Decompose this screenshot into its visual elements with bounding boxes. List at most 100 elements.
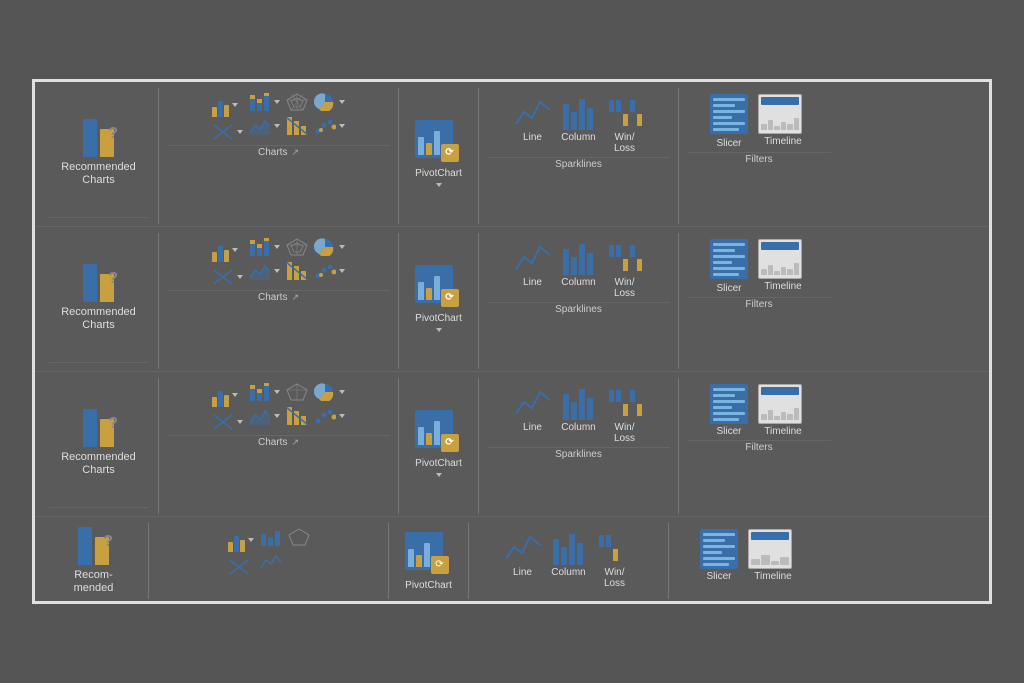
sparkline-line-btn-4[interactable]: Line: [504, 529, 542, 578]
charts-col-3-3: [283, 382, 311, 426]
chart-dot-btn-2[interactable]: [311, 261, 348, 281]
chart-pie2-btn-3[interactable]: [311, 382, 348, 402]
scatter-icon: [212, 123, 234, 141]
slicer-btn-4[interactable]: Slicer: [700, 529, 738, 582]
pivotchart-label-4[interactable]: PivotChart: [405, 580, 452, 591]
ribbon-row-3: ? Recommended Charts: [35, 372, 989, 517]
pivotchart-section-2: ⟳ PivotChart: [399, 233, 479, 369]
timeline-top-bar-4: [751, 532, 789, 540]
sparkline-winloss-btn-2[interactable]: Win/Loss: [606, 239, 644, 299]
chart-bar-col-btn-4[interactable]: [225, 527, 257, 553]
charts-grid-3: [203, 378, 354, 432]
chart-line-btn-2[interactable]: [246, 237, 283, 257]
chart-area-btn[interactable]: [246, 116, 283, 136]
sparkline-winloss-btn-3[interactable]: Win/Loss: [606, 384, 644, 444]
sparkline-line-btn-2[interactable]: Line: [514, 239, 552, 288]
sparkline-column-btn[interactable]: Column: [560, 94, 598, 143]
sparklines-section-2: Line Column: [479, 233, 679, 369]
chart-scatter-btn-4[interactable]: [225, 557, 253, 577]
dropdown-arrow-2: [237, 130, 243, 134]
sparkline-line-btn[interactable]: Line: [514, 94, 552, 143]
sparkline-winloss-icon-3: [606, 384, 644, 420]
chart-radar-btn[interactable]: [283, 92, 311, 112]
sparkline-winloss-btn-4[interactable]: Win/Loss: [596, 529, 634, 589]
stacked-icon-4: [260, 528, 282, 546]
sparkline-winloss-label-4: Win/Loss: [604, 567, 625, 589]
dropdown-arrow-3-4: [274, 414, 280, 418]
charts-expand-btn[interactable]: ↗: [291, 147, 299, 158]
ribbon-container: ? Recommended Charts: [32, 79, 992, 604]
sparkline-winloss-icon-4: [596, 529, 634, 565]
chart-stacked-btn-3[interactable]: [246, 382, 283, 402]
timeline-icon-wrap-3: [758, 384, 808, 424]
sparkline-column-btn-3[interactable]: Column: [560, 384, 598, 433]
pie2-icon-3: [314, 383, 336, 401]
sparkline-line-btn-3[interactable]: Line: [514, 384, 552, 433]
chart-area2-btn-3[interactable]: [246, 406, 283, 426]
timeline-btn-2[interactable]: Timeline: [758, 239, 808, 292]
chart-radar-btn-4[interactable]: [285, 527, 313, 547]
recommended-charts-label-4[interactable]: Recom-mended: [74, 569, 114, 595]
sparkline-column-btn-4[interactable]: Column: [550, 529, 588, 578]
timeline-btn-3[interactable]: Timeline: [758, 384, 808, 437]
slicer-icon-wrap-2: [710, 239, 748, 281]
timeline-btn[interactable]: Timeline: [758, 94, 808, 147]
sparkline-line-label-4: Line: [513, 567, 532, 578]
chart-trend-btn[interactable]: [283, 116, 311, 136]
sparkline-column-btn-2[interactable]: Column: [560, 239, 598, 288]
ribbon-row-4: ? Recom-mended: [35, 517, 989, 601]
chart-dot2-btn-3[interactable]: [311, 406, 348, 426]
bar-blue-icon-3: [83, 409, 97, 447]
chart-trend-btn-2[interactable]: [283, 261, 311, 281]
chart-scatter-btn-2[interactable]: [209, 267, 246, 287]
slicer-label: Slicer: [716, 138, 741, 149]
chart-area-btn-4[interactable]: [257, 551, 285, 571]
timeline-bars-4: [751, 541, 789, 566]
chart-trend2-btn-3[interactable]: [283, 406, 311, 426]
recommended-charts-label-3[interactable]: Recommended Charts: [49, 451, 148, 477]
charts-expand-btn-3[interactable]: ↗: [291, 437, 299, 448]
chart-dot-btn[interactable]: [311, 116, 348, 136]
sparkline-winloss-btn[interactable]: Win/Loss: [606, 94, 644, 154]
slicer-btn-3[interactable]: Slicer: [710, 384, 748, 437]
charts-section-bottom-2: Charts ↗: [167, 290, 390, 304]
pivotchart-section-4: ⟳ PivotChart: [389, 523, 469, 599]
slicer-btn[interactable]: Slicer: [710, 94, 748, 149]
filters-content-2: Slicer: [700, 233, 818, 294]
chart-bar-col-btn-3[interactable]: [209, 382, 241, 408]
chart-pie-btn[interactable]: [311, 92, 348, 112]
recommended-charts-label-2[interactable]: Recommended Charts: [49, 306, 148, 332]
recommended-charts-label[interactable]: Recommended Charts: [49, 161, 148, 187]
slicer-btn-2[interactable]: Slicer: [710, 239, 748, 294]
area2-icon-3: [249, 407, 271, 425]
charts-section-2: Charts ↗: [159, 233, 399, 369]
timeline-label: Timeline: [764, 136, 801, 147]
pivotchart-content-4: ⟳ PivotChart: [405, 527, 453, 595]
chart-stacked-btn-4[interactable]: [257, 527, 285, 547]
chart-line-btn[interactable]: [246, 92, 283, 112]
chart-radar2-btn-3[interactable]: [283, 382, 311, 402]
timeline-icon-wrap: [758, 94, 808, 134]
chart-scatter-btn-3[interactable]: [209, 412, 246, 432]
chart-bar-col-btn[interactable]: [209, 92, 241, 118]
timeline-bars-2: [761, 251, 799, 276]
timeline-icon-3: [758, 384, 802, 424]
chart-scatter-btn[interactable]: [209, 122, 246, 142]
chart-area-btn-2[interactable]: [246, 261, 283, 281]
chart-pie-btn-2[interactable]: [311, 237, 348, 257]
question-icon-4: ?: [103, 533, 113, 551]
pivotchart-section-3: ⟳ PivotChart: [399, 378, 479, 514]
charts-col-2-3: [283, 237, 311, 281]
charts-expand-btn-2[interactable]: ↗: [291, 292, 299, 303]
rec-bottom-3: [49, 507, 148, 510]
chart-radar-btn-2[interactable]: [283, 237, 311, 257]
timeline-btn-4[interactable]: Timeline: [748, 529, 798, 582]
pivotchart-label[interactable]: PivotChart: [415, 168, 462, 192]
rec-bottom-2: [49, 362, 148, 365]
trend-icon: [286, 117, 308, 135]
pivotchart-label-2[interactable]: PivotChart: [415, 313, 462, 337]
chart-bar-col-btn-2[interactable]: [209, 237, 241, 263]
dot-icon: [314, 117, 336, 135]
pivotchart-label-3[interactable]: PivotChart: [415, 458, 462, 482]
sparklines-section-bottom: Sparklines: [487, 157, 670, 171]
